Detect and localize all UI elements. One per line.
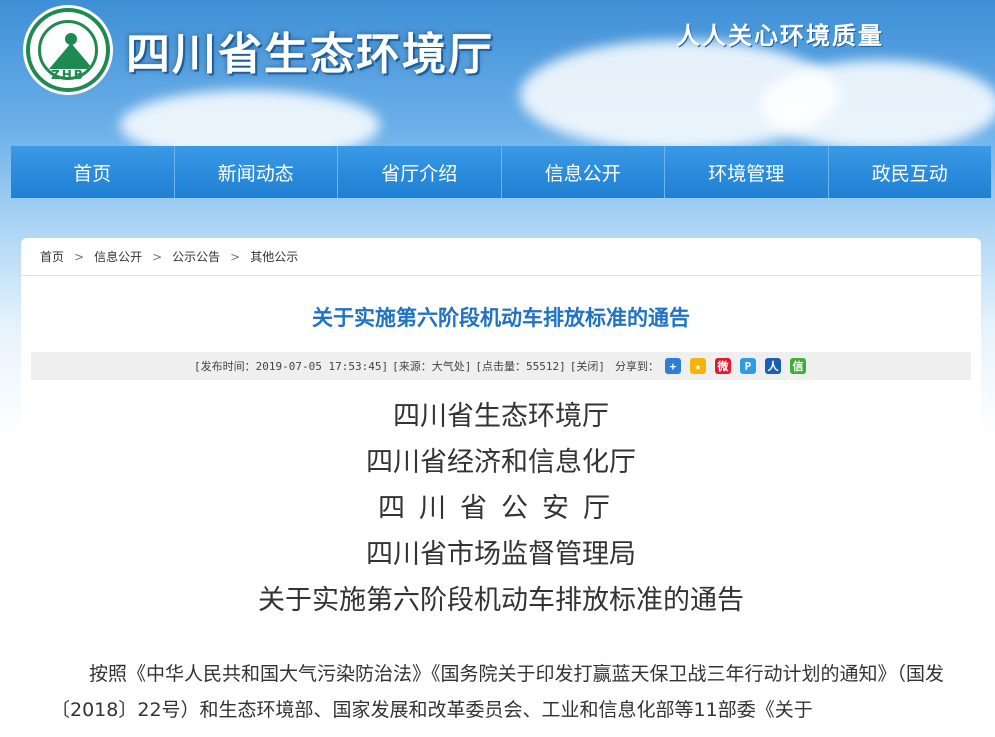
- breadcrumb-info-disclosure[interactable]: 信息公开: [94, 248, 142, 265]
- site-logo[interactable]: ZHB: [26, 8, 110, 92]
- chevron-right-icon: >: [152, 249, 163, 264]
- issuer-line: 四川省经济和信息化厅: [366, 447, 636, 478]
- site-title[interactable]: 四川省生态环境厅: [126, 18, 494, 82]
- notice-heading: 关于实施第六阶段机动车排放标准的通告: [258, 585, 744, 616]
- nav-item-environment-management[interactable]: 环境管理: [665, 146, 829, 198]
- issuing-authorities: 四川省生态环境厅 四川省经济和信息化厅 四川省公安厅 四川省市场监督管理局 关于…: [21, 394, 981, 624]
- chevron-right-icon: >: [74, 249, 85, 264]
- breadcrumb-announcements[interactable]: 公示公告: [172, 248, 220, 265]
- nav-item-about[interactable]: 省厅介绍: [338, 146, 502, 198]
- breadcrumb-home[interactable]: 首页: [40, 248, 64, 265]
- cloud-decoration: [760, 60, 995, 146]
- tencent-share-icon[interactable]: P: [739, 358, 756, 374]
- main-nav: 首页 新闻动态 省厅介绍 信息公开 环境管理 政民互动: [11, 146, 991, 198]
- breadcrumb-other-notices[interactable]: 其他公示: [250, 248, 298, 265]
- nav-item-info-disclosure[interactable]: 信息公开: [502, 146, 665, 198]
- nav-item-news[interactable]: 新闻动态: [175, 146, 338, 198]
- issuer-line: 四川省公安厅: [378, 493, 624, 524]
- nav-item-home[interactable]: 首页: [11, 146, 175, 198]
- logo-text: ZHB: [51, 68, 85, 82]
- chevron-right-icon: >: [230, 249, 241, 264]
- share-label: 分享到：: [614, 360, 659, 373]
- qzone-share-icon[interactable]: ★: [689, 358, 706, 374]
- site-slogan: 人人关心环境质量: [676, 21, 884, 50]
- weibo-share-icon[interactable]: 微: [714, 358, 731, 374]
- article-panel: 首页 > 信息公开 > 公示公告 > 其他公示 关于实施第六阶段机动车排放标准的…: [21, 238, 981, 737]
- article-body: 按照《中华人民共和国大气污染防治法》《国务院关于印发打赢蓝天保卫战三年行动计划的…: [51, 663, 945, 721]
- hit-count: [点击量：55512]: [475, 360, 566, 373]
- article-meta-bar: [发布时间：2019-07-05 17:53:45] [来源：大气处] [点击量…: [31, 352, 971, 380]
- issuer-line: 四川省市场监督管理局: [366, 539, 636, 570]
- article-source: [来源：大气处]: [392, 360, 472, 373]
- article-title: 关于实施第六阶段机动车排放标准的通告: [312, 306, 690, 330]
- renren-share-icon[interactable]: 人: [764, 358, 781, 374]
- issuer-line: 四川省生态环境厅: [393, 401, 609, 432]
- close-link[interactable]: [关闭]: [570, 358, 605, 374]
- header-banner: ZHB 四川省生态环境厅 人人关心环境质量: [0, 0, 995, 146]
- cloud-decoration: [120, 90, 380, 146]
- nav-item-interaction[interactable]: 政民互动: [829, 146, 992, 198]
- breadcrumb: 首页 > 信息公开 > 公示公告 > 其他公示: [21, 238, 981, 276]
- plus-share-icon[interactable]: +: [664, 358, 681, 374]
- publish-time: [发布时间：2019-07-05 17:53:45]: [194, 360, 389, 373]
- share-icons: + ★ 微 P 人信: [663, 358, 808, 374]
- wechat-share-icon[interactable]: 信: [789, 358, 806, 374]
